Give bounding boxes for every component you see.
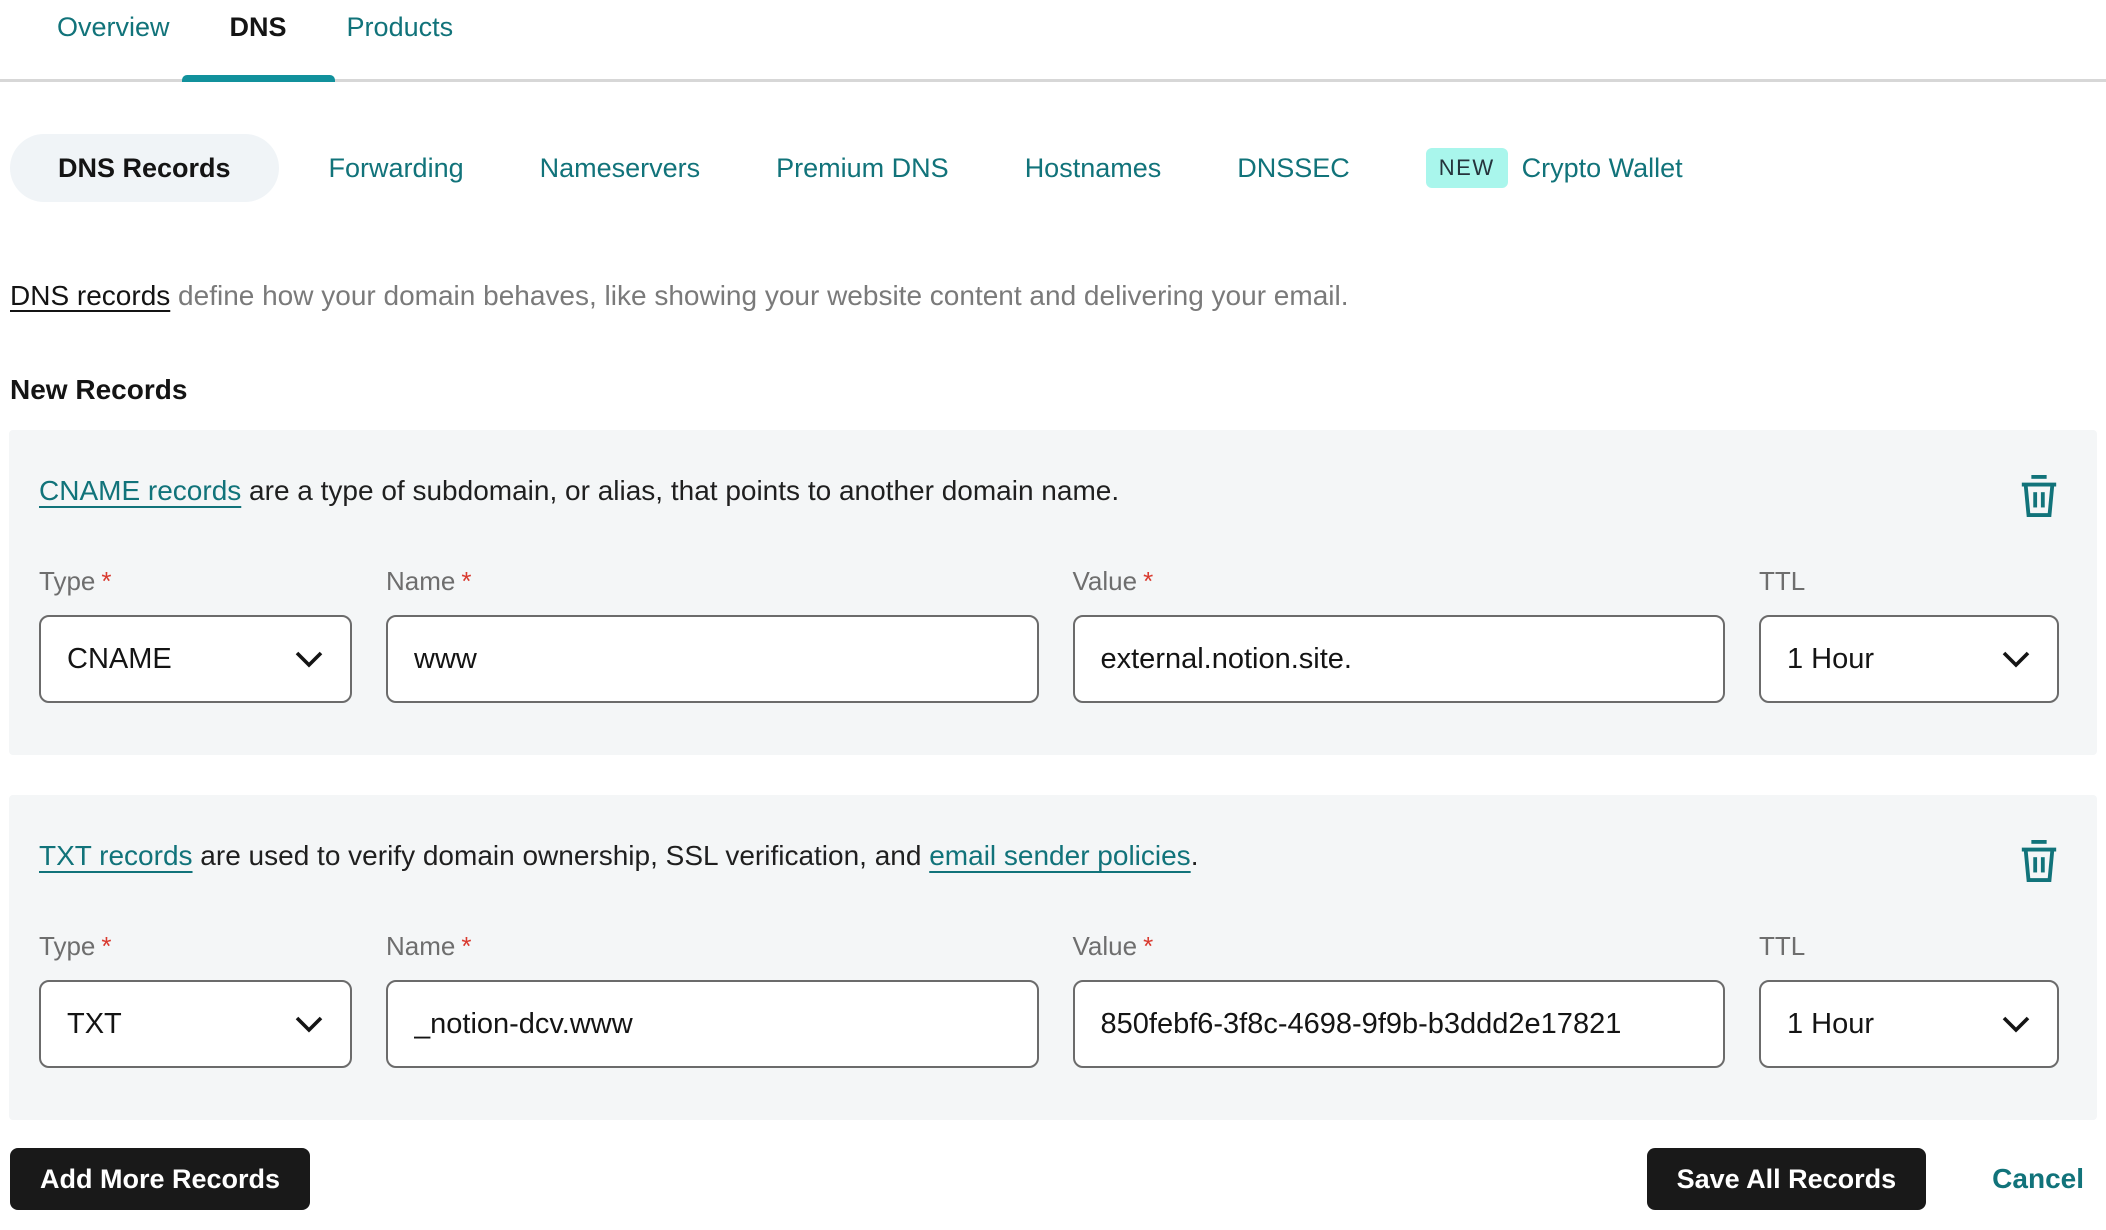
type-select[interactable]: CNAME (39, 615, 352, 703)
type-select-value: TXT (67, 1007, 122, 1040)
subtab-forwarding[interactable]: Forwarding (303, 134, 490, 202)
cname-records-link[interactable]: CNAME records (39, 475, 241, 506)
required-asterisk: * (101, 566, 112, 596)
tab-overview[interactable]: Overview (27, 14, 200, 79)
record-description-text: are a type of subdomain, or alias, that … (241, 475, 1120, 506)
ttl-select-value: 1 Hour (1787, 642, 1875, 675)
cancel-button[interactable]: Cancel (1992, 1163, 2084, 1195)
value-label: Value * (1072, 931, 1154, 961)
chevron-down-icon (295, 651, 323, 668)
subtab-dns-records[interactable]: DNS Records (10, 134, 279, 202)
ttl-select-value: 1 Hour (1787, 1007, 1875, 1040)
required-asterisk: * (461, 566, 472, 596)
save-all-records-button[interactable]: Save All Records (1646, 1148, 1927, 1210)
name-input[interactable] (386, 615, 1039, 703)
type-label: Type * (39, 931, 112, 961)
txt-records-link[interactable]: TXT records (39, 840, 193, 871)
footer-actions: Add More Records Save All Records Cancel (10, 1148, 2096, 1210)
tab-products[interactable]: Products (317, 14, 484, 79)
subtab-crypto-wallet-label: Crypto Wallet (1521, 152, 1683, 183)
record-description: CNAME records are a type of subdomain, o… (39, 472, 2059, 510)
value-label: Value * (1072, 566, 1154, 596)
dns-records-link[interactable]: DNS records (10, 280, 170, 311)
ttl-select[interactable]: 1 Hour (1759, 980, 2059, 1068)
chevron-down-icon (2002, 1016, 2030, 1033)
tab-dns[interactable]: DNS (181, 12, 335, 82)
required-asterisk: * (1143, 566, 1154, 596)
name-input[interactable] (386, 980, 1039, 1068)
dns-intro-text: DNS records define how your domain behav… (10, 276, 2106, 316)
trash-icon (2021, 840, 2057, 882)
email-sender-policies-link[interactable]: email sender policies (929, 840, 1190, 871)
required-asterisk: * (461, 931, 472, 961)
record-fields-row: Type* TXT Name* Value* TTL 1 Hour (39, 931, 2059, 1068)
chevron-down-icon (2002, 651, 2030, 668)
subtab-premium-dns[interactable]: Premium DNS (750, 134, 975, 202)
subtab-hostnames[interactable]: Hostnames (999, 134, 1188, 202)
subtab-nameservers[interactable]: Nameservers (514, 134, 727, 202)
delete-record-button[interactable] (2015, 835, 2063, 887)
active-tab-indicator (181, 75, 335, 82)
record-description-text: are used to verify domain ownership, SSL… (192, 840, 930, 871)
delete-record-button[interactable] (2015, 470, 2063, 522)
type-select[interactable]: TXT (39, 980, 352, 1068)
record-description-end: . (1190, 840, 1199, 871)
name-label: Name * (386, 931, 472, 961)
ttl-label: TTL (1759, 931, 1806, 961)
add-more-records-button[interactable]: Add More Records (10, 1148, 311, 1210)
name-label: Name * (386, 566, 472, 596)
record-description: TXT records are used to verify domain ow… (39, 837, 2059, 875)
record-card-cname: CNAME records are a type of subdomain, o… (9, 430, 2097, 755)
dns-subtab-bar: DNS Records Forwarding Nameservers Premi… (10, 134, 2106, 202)
required-asterisk: * (1143, 931, 1154, 961)
required-asterisk: * (101, 931, 112, 961)
tab-dns-label: DNS (229, 12, 287, 42)
type-select-value: CNAME (67, 642, 172, 675)
value-input[interactable] (1072, 615, 1725, 703)
type-label: Type * (39, 566, 112, 596)
chevron-down-icon (295, 1016, 323, 1033)
ttl-label: TTL (1759, 566, 1806, 596)
new-badge: NEW (1425, 148, 1508, 188)
dns-intro-rest: define how your domain behaves, like sho… (170, 280, 1349, 311)
record-card-txt: TXT records are used to verify domain ow… (9, 795, 2097, 1120)
new-records-heading: New Records (10, 374, 188, 405)
record-fields-row: Type* CNAME Name* Value* TTL 1 Hour (39, 566, 2059, 703)
value-input[interactable] (1072, 980, 1725, 1068)
top-tab-bar: Overview DNS Products (0, 0, 2106, 82)
subtab-dnssec[interactable]: DNSSEC (1211, 134, 1376, 202)
ttl-select[interactable]: 1 Hour (1759, 615, 2059, 703)
trash-icon (2021, 475, 2057, 517)
subtab-crypto-wallet[interactable]: NEW Crypto Wallet (1400, 134, 1709, 202)
